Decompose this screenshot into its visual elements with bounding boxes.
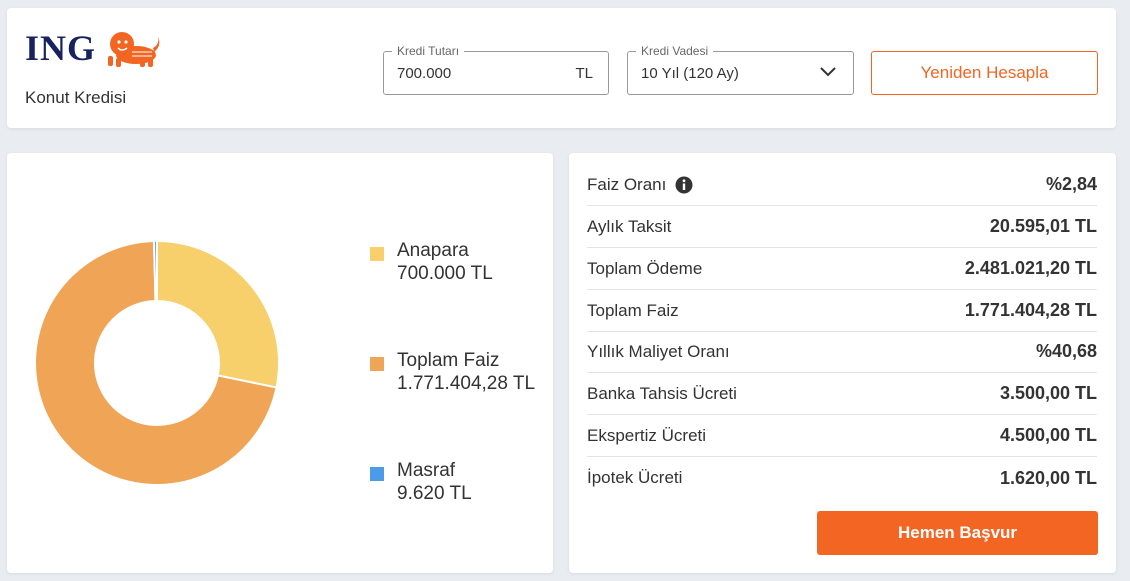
loan-breakdown-chart: Anapara 700.000 TL Toplam Faiz 1.771.404…: [7, 153, 553, 573]
ing-logo[interactable]: ING: [25, 28, 162, 68]
row-value: 4.500,00 TL: [999, 425, 1097, 445]
recalculate-button[interactable]: Yeniden Hesapla: [871, 51, 1098, 95]
row-label: Yıllık Maliyet Oranı: [587, 341, 730, 361]
legend-label: Masraf: [397, 460, 456, 481]
row-label: Toplam Faiz: [587, 300, 679, 320]
legend-label: Anapara: [397, 240, 469, 261]
detail-row-interest-rate: Faiz Oranı %2,84: [587, 164, 1097, 206]
row-value: 3.500,00 TL: [999, 383, 1097, 403]
row-value: 1.620,00 TL: [999, 467, 1097, 488]
detail-row-monthly-payment: Aylık Taksit 20.595,01 TL: [587, 206, 1097, 248]
detail-row-annual-cost-rate: Yıllık Maliyet Oranı %40,68: [587, 331, 1097, 373]
legend-label: Toplam Faiz: [397, 350, 500, 371]
loan-amount-input[interactable]: Kredi Tutarı 700.000 TL: [383, 44, 609, 95]
detail-row-appraisal-fee: Ekspertiz Ücreti 4.500,00 TL: [587, 415, 1097, 457]
row-label: Faiz Oranı: [587, 175, 693, 195]
row-label: Aylık Taksit: [587, 216, 672, 236]
detail-row-total-interest: Toplam Faiz 1.771.404,28 TL: [587, 290, 1097, 332]
product-title: Konut Kredisi: [25, 88, 127, 107]
loan-term-select[interactable]: Kredi Vadesi 10 Yıl (120 Ay): [627, 44, 854, 95]
row-value: 2.481.021,20 TL: [964, 258, 1097, 278]
donut-chart: [34, 239, 280, 486]
row-label: Ekspertiz Ücreti: [587, 425, 707, 445]
loan-amount-value[interactable]: 700.000: [397, 65, 451, 82]
detail-row-mortgage-fee: İpotek Ücreti 1.620,00 TL: [587, 457, 1097, 499]
currency-suffix: TL: [575, 65, 593, 82]
loan-term-value[interactable]: 10 Yıl (120 Ay): [641, 65, 739, 82]
legend-value: 1.771.404,28 TL: [397, 373, 536, 394]
chevron-down-icon[interactable]: [819, 65, 837, 79]
legend-swatch: [370, 357, 384, 371]
legend-value: 700.000 TL: [397, 263, 493, 284]
row-value: %2,84: [1045, 174, 1097, 194]
info-icon[interactable]: [675, 176, 693, 194]
apply-now-button[interactable]: Hemen Başvur: [817, 511, 1098, 555]
loan-details-panel: Faiz Oranı %2,84 Aylık Taksit 20.595,01 …: [569, 153, 1116, 573]
row-label-text: Faiz Oranı: [587, 174, 667, 194]
loan-amount-label: Kredi Tutarı: [392, 44, 465, 58]
row-value: 20.595,01 TL: [989, 216, 1097, 236]
row-label: İpotek Ücreti: [587, 468, 683, 487]
legend-swatch: [370, 467, 384, 481]
row-value: 1.771.404,28 TL: [964, 300, 1097, 320]
loan-term-label: Kredi Vadesi: [636, 44, 714, 58]
row-value: %40,68: [1035, 341, 1097, 361]
logo-text: ING: [25, 28, 97, 68]
detail-row-total-payment: Toplam Ödeme 2.481.021,20 TL: [587, 248, 1097, 290]
legend-swatch: [370, 247, 384, 261]
row-label: Toplam Ödeme: [587, 258, 703, 278]
donut-slice-principal[interactable]: [156, 239, 280, 389]
row-label: Banka Tahsis Ücreti: [587, 383, 737, 403]
donut-slice-fees[interactable]: [153, 239, 158, 303]
detail-row-allocation-fee: Banka Tahsis Ücreti 3.500,00 TL: [587, 373, 1097, 415]
lion-icon: [108, 32, 160, 67]
calculator-header: ING Konut Kredisi Kredi Tutarı 700.000 T…: [7, 8, 1116, 128]
legend-value: 9.620 TL: [397, 483, 472, 504]
